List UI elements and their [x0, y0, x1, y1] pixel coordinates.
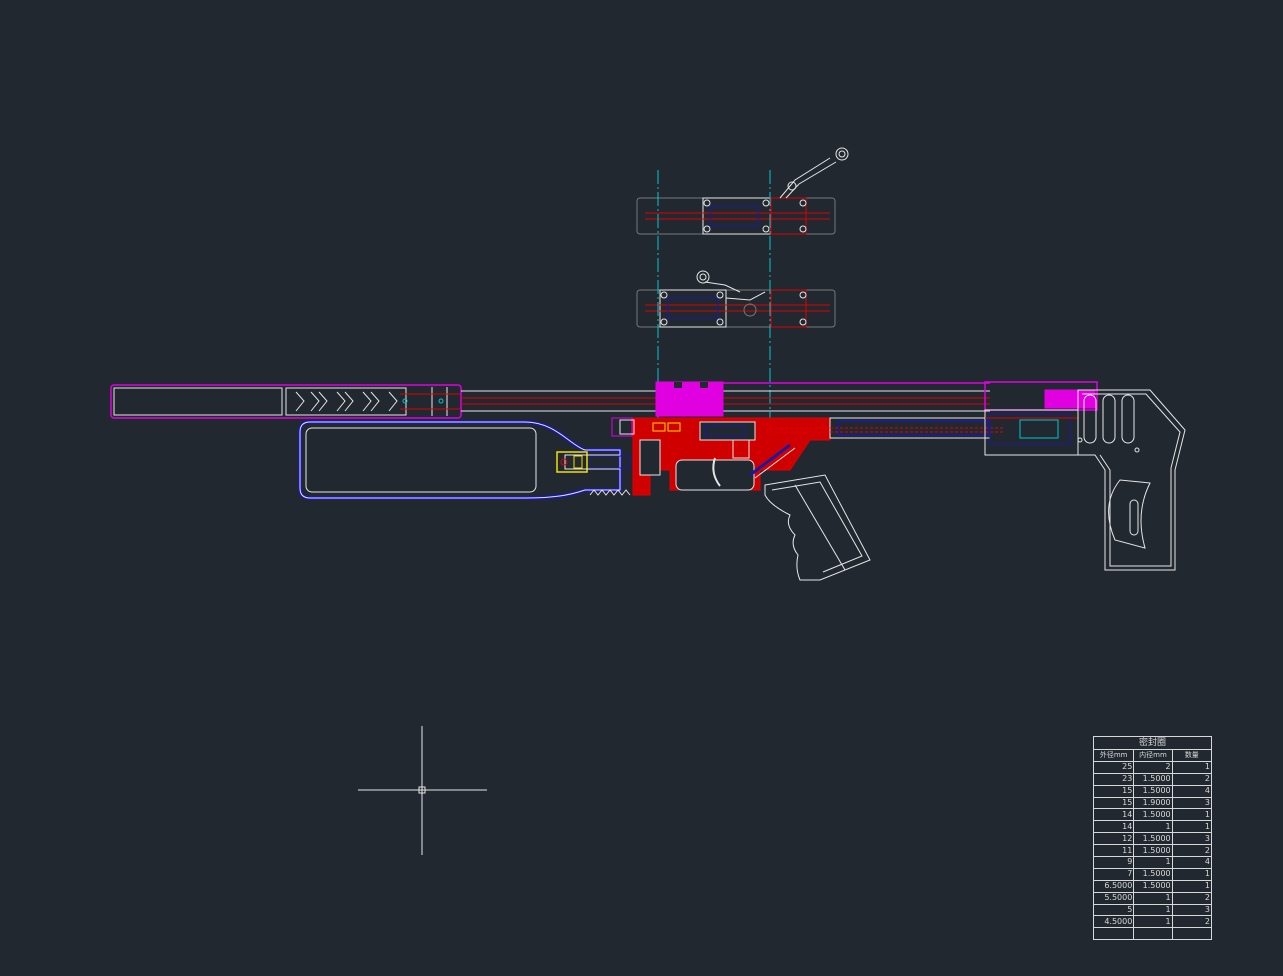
inner-diameter-cell: 1.5000	[1133, 784, 1173, 798]
outer-diameter-cell: 5.5000	[1092, 891, 1135, 905]
ucs-crosshair-icon	[358, 726, 487, 855]
table-row	[1092, 927, 1213, 941]
quantity-cell	[1171, 927, 1213, 941]
quantity-cell: 1	[1171, 760, 1213, 774]
receiver-section	[611, 381, 831, 496]
outer-diameter-cell: 9	[1092, 856, 1135, 869]
rifle-assembly	[110, 381, 1186, 581]
outer-diameter-cell: 7	[1092, 867, 1135, 881]
quantity-cell: 1	[1171, 879, 1213, 893]
outer-diameter-cell	[1092, 927, 1135, 941]
quantity-cell: 1	[1171, 808, 1213, 822]
air-reservoir	[298, 420, 622, 500]
table-row: 14 1.5000 1	[1092, 808, 1213, 822]
quantity-cell: 1	[1171, 867, 1213, 881]
seal-table: 密封圈 外径mm 内径mm 数量 25 2 1 23 1.5000 2 15 1.5000 4 1…	[1092, 736, 1213, 941]
detail-view-middle	[636, 270, 836, 328]
quantity-cell: 4	[1171, 856, 1213, 869]
outer-diameter-cell: 12	[1092, 832, 1135, 846]
table-row: 4.5000 1 2	[1092, 915, 1213, 929]
outer-diameter-cell: 4.5000	[1092, 915, 1135, 929]
inner-diameter-cell: 1.5000	[1133, 867, 1173, 881]
header-inner-diameter: 内径mm	[1133, 749, 1173, 762]
inner-diameter-cell: 1	[1133, 903, 1173, 917]
inner-diameter-cell: 1.5000	[1133, 844, 1173, 858]
outer-diameter-cell: 15	[1092, 784, 1135, 798]
outer-diameter-cell: 5	[1092, 903, 1135, 917]
inner-diameter-cell	[1133, 927, 1173, 941]
inner-diameter-cell: 2	[1133, 760, 1173, 774]
inner-diameter-cell: 1	[1133, 820, 1173, 834]
quantity-cell: 2	[1171, 844, 1213, 858]
table-row: 7 1.5000 1	[1092, 867, 1213, 881]
inner-diameter-cell: 1.9000	[1133, 796, 1173, 810]
quantity-cell: 3	[1171, 796, 1213, 810]
inner-diameter-cell: 1.5000	[1133, 832, 1173, 846]
outer-diameter-cell: 25	[1092, 760, 1135, 774]
table-row: 25 2 1	[1092, 760, 1213, 774]
quantity-cell: 3	[1171, 832, 1213, 846]
seal-table-title: 密封圈	[1093, 736, 1212, 750]
table-row: 11 1.5000 2	[1092, 844, 1213, 858]
table-row: 12 1.5000 3	[1092, 832, 1213, 846]
outer-diameter-cell: 14	[1092, 820, 1135, 834]
inner-diameter-cell: 1	[1133, 856, 1173, 869]
outer-diameter-cell: 23	[1092, 772, 1135, 786]
quantity-cell: 1	[1171, 820, 1213, 834]
detail-view-top	[636, 147, 849, 235]
quantity-cell: 3	[1171, 903, 1213, 917]
table-row: 513	[1092, 903, 1213, 917]
inner-diameter-cell: 1.5000	[1133, 879, 1173, 893]
cad-drawing-canvas[interactable]	[0, 0, 1283, 976]
table-row: 914	[1092, 856, 1213, 869]
quantity-cell: 2	[1171, 772, 1213, 786]
table-row: 14 1 1	[1092, 820, 1213, 834]
inner-diameter-cell: 1	[1133, 915, 1173, 929]
outer-diameter-cell: 6.5000	[1092, 879, 1135, 893]
table-row: 5.5000 1 2	[1092, 891, 1213, 905]
quantity-cell: 2	[1171, 891, 1213, 905]
table-row: 6.5000 1.5000 1	[1092, 879, 1213, 893]
quantity-cell: 4	[1171, 784, 1213, 798]
quantity-cell: 2	[1171, 915, 1213, 929]
outer-diameter-cell: 15	[1092, 796, 1135, 810]
outer-diameter-cell: 14	[1092, 808, 1135, 822]
table-row: 23 1.5000 2	[1092, 772, 1213, 786]
buttstock	[1077, 389, 1186, 571]
table-row: 15 1.5000 4	[1092, 784, 1213, 798]
outer-diameter-cell: 11	[1092, 844, 1135, 858]
header-quantity: 数量	[1171, 749, 1213, 762]
inner-diameter-cell: 1.5000	[1133, 772, 1173, 786]
seal-table-body: 25 2 1 23 1.5000 2 15 1.5000 4 15 1.9000 3 14 1.5000 1…	[1092, 760, 1213, 941]
header-outer-diameter: 外径mm	[1092, 749, 1135, 762]
table-row: 15 1.9000 3	[1092, 796, 1213, 810]
pistol-grip	[764, 474, 871, 581]
inner-diameter-cell: 1.5000	[1133, 808, 1173, 822]
inner-diameter-cell: 1	[1133, 891, 1173, 905]
